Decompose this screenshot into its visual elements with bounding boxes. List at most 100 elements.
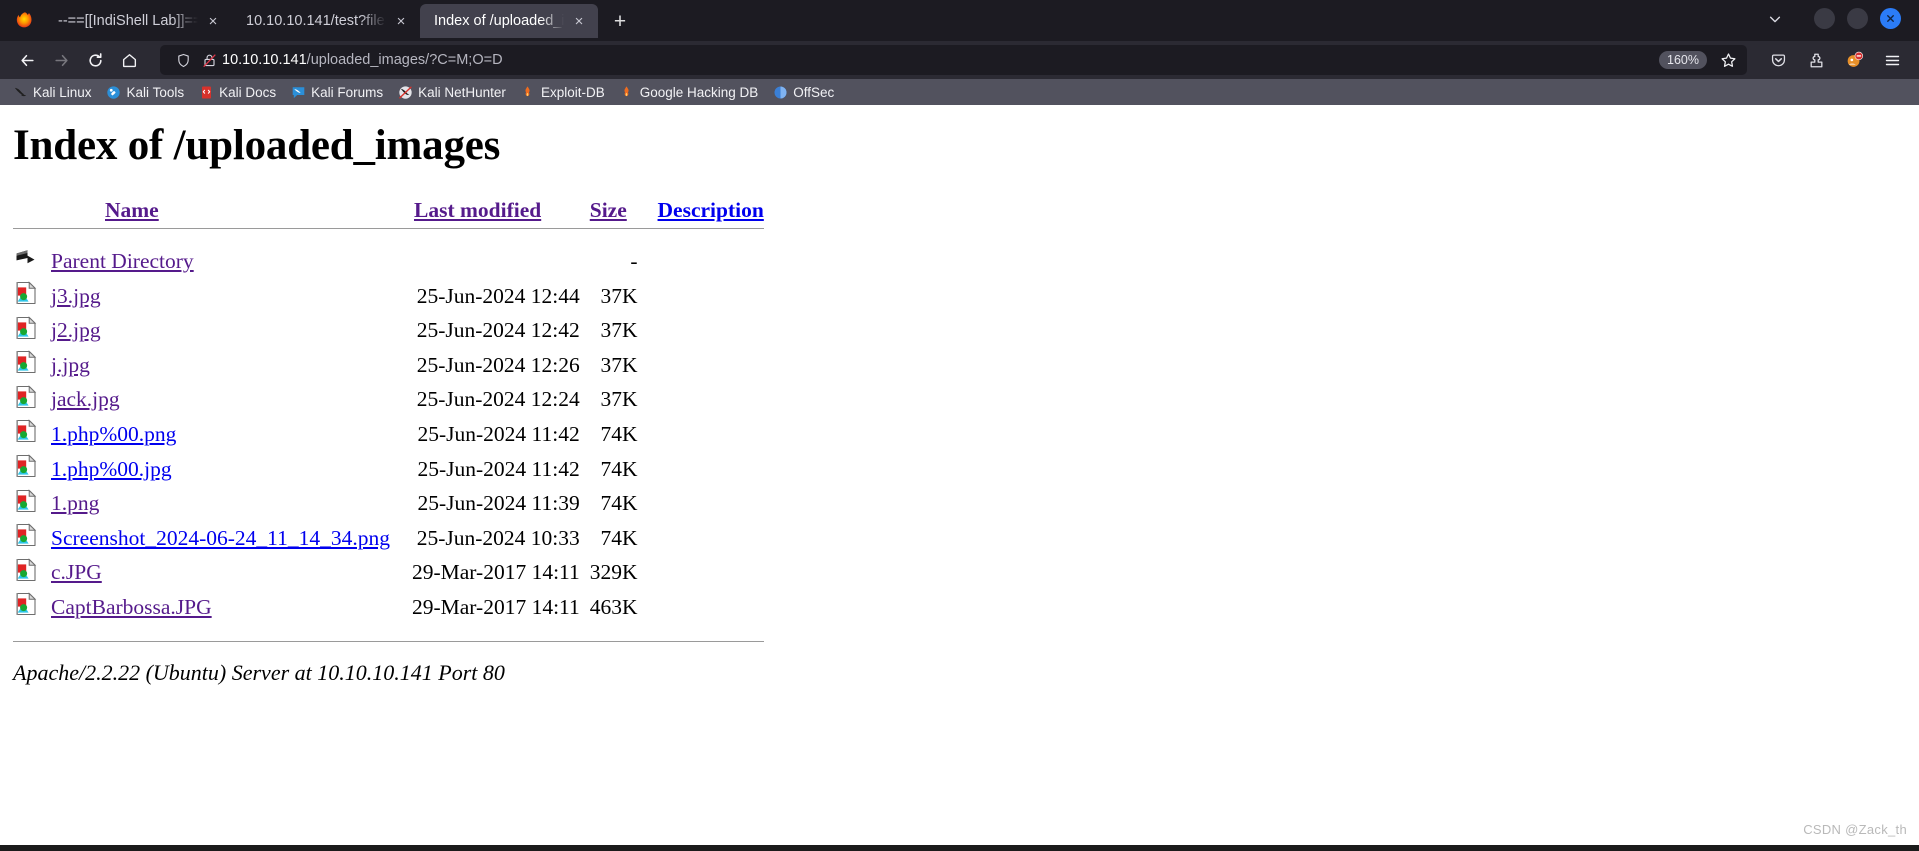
table-header-row: Name Last modified Size Description — [13, 198, 764, 227]
file-link-c-jpg[interactable]: c.JPG — [51, 560, 102, 584]
back-button[interactable] — [10, 45, 44, 75]
table-spacer — [13, 228, 764, 244]
close-window-button[interactable] — [1880, 8, 1901, 29]
tab-close-icon[interactable]: × — [568, 10, 590, 32]
size-cell: 37K — [600, 352, 638, 377]
file-name-cell: Parent Directory — [51, 244, 412, 279]
tracking-protection-shield-icon[interactable] — [170, 47, 196, 73]
file-link-jack-jpg[interactable]: jack.jpg — [51, 387, 120, 411]
table-row-parent-directory[interactable]: Parent Directory - — [13, 244, 764, 279]
maximize-button[interactable] — [1847, 8, 1868, 29]
image-file-icon — [13, 555, 51, 590]
file-link-j2-jpg[interactable]: j2.jpg — [51, 318, 101, 342]
column-header-last-modified: Last modified — [412, 198, 590, 227]
size-cell: 329K — [589, 560, 638, 585]
tab-title: 10.10.10.141/test?file=/etc/passwd — [246, 13, 386, 29]
forward-button[interactable] — [44, 45, 78, 75]
window-controls — [1814, 8, 1901, 29]
kali-dragon-icon — [12, 84, 28, 100]
minimize-button[interactable] — [1814, 8, 1835, 29]
description-cell — [650, 244, 764, 279]
file-link-j3-jpg[interactable]: j3.jpg — [51, 284, 101, 308]
description-cell — [650, 417, 764, 452]
url-text[interactable]: 10.10.10.141/uploaded_images/?C=M;O=D — [222, 52, 1659, 68]
file-link-parent-directory[interactable]: Parent Directory — [51, 249, 194, 273]
file-link-1-php-00-png[interactable]: 1.php%00.png — [51, 422, 176, 446]
table-spacer — [13, 625, 764, 641]
page-viewport: Index of /uploaded_images Name Last modi… — [0, 105, 1919, 845]
save-to-pocket-icon[interactable] — [1761, 45, 1795, 75]
sort-by-name-link[interactable]: Name — [105, 198, 159, 222]
bookmark-star-icon[interactable] — [1715, 47, 1741, 73]
file-link-captbarbossa-jpg[interactable]: CaptBarbossa.JPG — [51, 595, 212, 619]
bookmark-offsec[interactable]: OffSec — [766, 82, 840, 102]
extensions-icon[interactable] — [1799, 45, 1833, 75]
table-row-c-jpg[interactable]: c.JPG 29-Mar-2017 14:11 329K — [13, 555, 764, 590]
table-row-1-php-00-jpg[interactable]: 1.php%00.jpg 25-Jun-2024 11:42 74K — [13, 452, 764, 487]
file-name-cell: CaptBarbossa.JPG — [51, 590, 412, 625]
sort-by-size-link[interactable]: Size — [590, 198, 627, 222]
home-button[interactable] — [112, 45, 146, 75]
tab-title: --==[[IndiShell Lab]]==-- — [58, 13, 198, 29]
size-cell: 74K — [600, 421, 638, 446]
sort-by-description-link[interactable]: Description — [658, 198, 764, 222]
tab-close-icon[interactable]: × — [202, 10, 224, 32]
table-row-captbarbossa-jpg[interactable]: CaptBarbossa.JPG 29-Mar-2017 14:11 463K — [13, 590, 764, 625]
bookmark-kali-linux[interactable]: Kali Linux — [6, 82, 98, 102]
file-link-screenshot-2024-06-24-11-14-34-png[interactable]: Screenshot_2024-06-24_11_14_34.png — [51, 526, 390, 550]
size-cell: 37K — [600, 283, 638, 308]
bookmark-exploit-db[interactable]: Exploit-DB — [514, 82, 611, 102]
bookmark-kali-nethunter[interactable]: Kali NetHunter — [391, 82, 512, 102]
description-cell — [650, 590, 764, 625]
table-row-jack-jpg[interactable]: jack.jpg 25-Jun-2024 12:24 37K — [13, 383, 764, 418]
column-header-description: Description — [650, 198, 764, 227]
table-row-j2-jpg[interactable]: j2.jpg 25-Jun-2024 12:42 37K — [13, 313, 764, 348]
bookmark-kali-docs[interactable]: Kali Docs — [192, 82, 282, 102]
chevron-down-icon[interactable] — [1758, 4, 1792, 34]
tab-close-icon[interactable]: × — [390, 10, 412, 32]
table-row-j3-jpg[interactable]: j3.jpg 25-Jun-2024 12:44 37K — [13, 279, 764, 314]
image-file-icon — [13, 521, 51, 556]
app-menu-button[interactable] — [1875, 45, 1909, 75]
table-row-j-jpg[interactable]: j.jpg 25-Jun-2024 12:26 37K — [13, 348, 764, 383]
directory-listing-table: Name Last modified Size Description Pare… — [13, 198, 764, 643]
column-header-size: Size — [590, 198, 650, 227]
file-link-1-php-00-jpg[interactable]: 1.php%00.jpg — [51, 457, 172, 481]
bookmark-kali-tools[interactable]: Kali Tools — [100, 82, 191, 102]
toolbar-right-buttons — [1761, 45, 1909, 75]
bookmark-label: Kali NetHunter — [418, 84, 506, 100]
file-link-j-jpg[interactable]: j.jpg — [51, 353, 90, 377]
file-name-cell: Screenshot_2024-06-24_11_14_34.png — [51, 521, 412, 556]
image-file-icon — [13, 452, 51, 487]
description-cell — [650, 521, 764, 556]
table-row-1-png[interactable]: 1.png 25-Jun-2024 11:39 74K — [13, 486, 764, 521]
bookmark-label: Exploit-DB — [540, 84, 605, 100]
file-name-cell: 1.png — [51, 486, 412, 521]
watermark: CSDN @Zack_th — [1803, 822, 1907, 837]
table-row-1-php-00-png[interactable]: 1.php%00.png 25-Jun-2024 11:42 74K — [13, 417, 764, 452]
account-icon[interactable] — [1837, 45, 1871, 75]
sort-by-date-link[interactable]: Last modified — [414, 198, 541, 222]
file-link-1-png[interactable]: 1.png — [51, 491, 99, 515]
connection-not-secure-icon[interactable] — [196, 47, 222, 73]
url-bar[interactable]: 10.10.10.141/uploaded_images/?C=M;O=D 16… — [160, 45, 1747, 75]
table-row-screenshot-2024-06-24-11-14-34-png[interactable]: Screenshot_2024-06-24_11_14_34.png 25-Ju… — [13, 521, 764, 556]
bookmark-label: Kali Forums — [311, 84, 384, 100]
last-modified-cell: 25-Jun-2024 12:42 — [416, 318, 580, 343]
tab-index-of-uploaded-images[interactable]: Index of /uploaded_images × — [420, 4, 598, 38]
tab-indishell-lab[interactable]: --==[[IndiShell Lab]]==-- × — [44, 4, 232, 38]
size-cell: - — [630, 248, 638, 273]
last-modified-cell: 25-Jun-2024 12:44 — [416, 283, 580, 308]
description-cell — [650, 279, 764, 314]
file-name-cell: j2.jpg — [51, 313, 412, 348]
zoom-level-badge[interactable]: 160% — [1659, 51, 1707, 69]
file-name-cell: 1.php%00.jpg — [51, 452, 412, 487]
tab-file-traversal[interactable]: 10.10.10.141/test?file=/etc/passwd × — [232, 4, 420, 38]
bookmark-label: Google Hacking DB — [639, 84, 759, 100]
browser-window: --==[[IndiShell Lab]]==-- × 10.10.10.141… — [0, 0, 1919, 851]
new-tab-button[interactable]: + — [604, 5, 636, 37]
bookmark-kali-forums[interactable]: Kali Forums — [284, 82, 389, 102]
last-modified-cell: 25-Jun-2024 12:26 — [416, 352, 580, 377]
reload-button[interactable] — [78, 45, 112, 75]
bookmark-google-hacking-db[interactable]: Google Hacking DB — [613, 82, 765, 102]
